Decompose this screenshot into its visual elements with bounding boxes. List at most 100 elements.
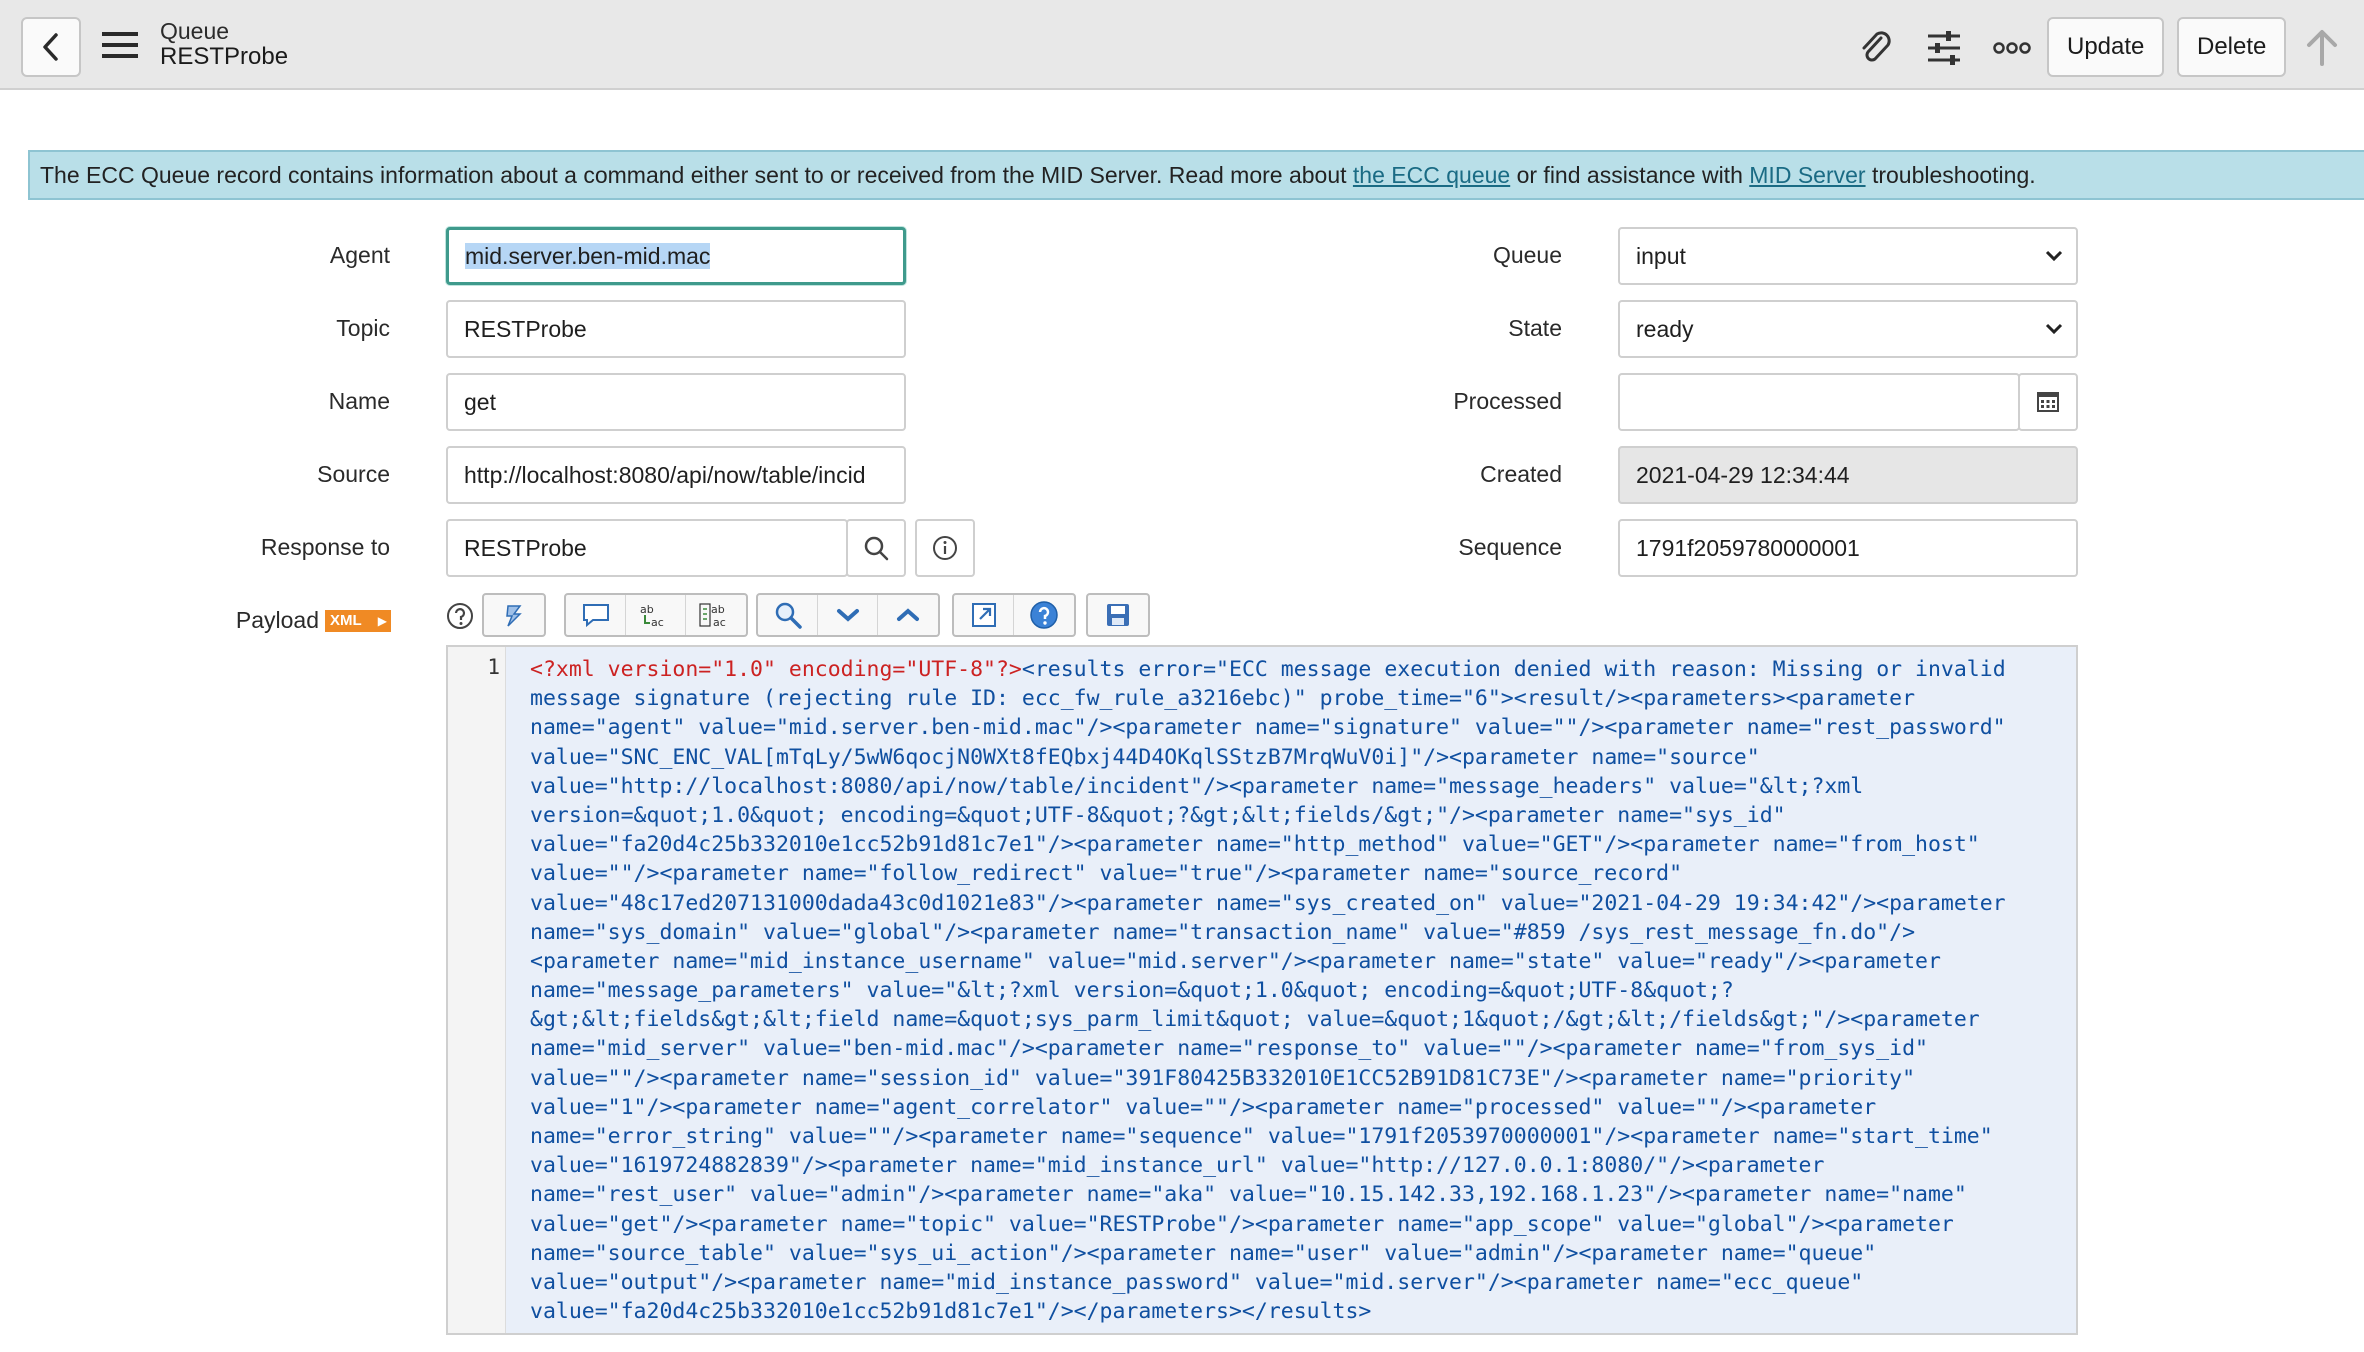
date-picker-button[interactable]: [2018, 373, 2078, 431]
code-line: name="error_string" value=""/><parameter…: [530, 1122, 2060, 1151]
code-line-text: value="1619724882839"/><parameter name="…: [530, 1153, 1825, 1179]
chevron-down-icon: [2045, 250, 2063, 262]
calendar-icon: [2037, 392, 2059, 412]
toolbar-group-search: [756, 593, 940, 637]
code-line: value=""/><parameter name="follow_redire…: [530, 859, 2060, 888]
info-banner: The ECC Queue record contains informatio…: [28, 150, 2364, 200]
comment-icon: [582, 604, 609, 628]
code-line-text: name="source_table" value="sys_ui_action…: [530, 1240, 1877, 1266]
topic-field[interactable]: RESTProbe: [446, 300, 906, 358]
toolbar-group-format: [482, 593, 546, 637]
line-number-gutter: 1: [448, 647, 506, 1333]
code-line-text: value=""/><parameter name="follow_redire…: [530, 861, 1683, 887]
svg-text:ac: ac: [651, 616, 664, 629]
replace-all-button[interactable]: ab ac: [686, 595, 746, 635]
payload-label: Payload: [235, 607, 319, 633]
code-line-text: value="SNC_ENC_VAL[mTqLy/5wW6qocjN0WXt8f…: [530, 744, 1760, 770]
expand-icon: [971, 603, 996, 627]
svg-text:ab: ab: [711, 603, 725, 616]
response-to-field[interactable]: RESTProbe: [446, 519, 848, 577]
find-next-button[interactable]: [818, 595, 878, 635]
code-line-text: value="48c17ed207131000dada43c0d1021e83"…: [530, 890, 2006, 916]
personalize-sliders-icon[interactable]: [1922, 26, 1966, 70]
code-line-text: value=""/><parameter name="session_id" v…: [530, 1065, 1916, 1091]
sequence-label: Sequence: [1458, 534, 1562, 560]
code-line-text: value="fa20d4c25b332010e1cc52b91d81c7e1"…: [530, 1299, 1372, 1325]
code-line-text: value="fa20d4c25b332010e1cc52b91d81c7e1"…: [530, 832, 1980, 858]
queue-label: Queue: [1492, 242, 1562, 268]
code-line-text: name="message_parameters" value="&lt;?xm…: [530, 978, 1734, 1004]
code-line: value="1"/><parameter name="agent_correl…: [530, 1093, 2060, 1122]
find-previous-button[interactable]: [878, 595, 938, 635]
replace-button[interactable]: ab ac: [626, 595, 686, 635]
arrow-up-icon[interactable]: [2300, 26, 2344, 70]
code-line-text: value="output"/><parameter name="mid_ins…: [530, 1269, 1864, 1295]
code-line-text: value="1"/><parameter name="agent_correl…: [530, 1094, 1877, 1120]
mid-server-link[interactable]: MID Server: [1749, 162, 1865, 188]
line-number: 1: [487, 655, 500, 679]
find-button[interactable]: [758, 595, 818, 635]
code-line: name="mid_server" value="ben-mid.mac"/><…: [530, 1034, 2060, 1063]
chevron-left-icon: [43, 33, 58, 61]
caret-right-icon: ▶: [377, 614, 387, 628]
code-line-text: name="sys_domain" value="global"/><param…: [530, 919, 1916, 945]
hamburger-menu-icon[interactable]: [100, 30, 140, 60]
record-title: Queue RESTProbe: [160, 18, 288, 70]
save-icon: [1107, 604, 1129, 626]
code-line-text: <parameter name="mid_instance_username" …: [530, 948, 1941, 974]
code-line: name="sys_domain" value="global"/><param…: [530, 918, 2060, 947]
xml-declaration: <?xml version="1.0" encoding="UTF-8"?>: [530, 657, 1022, 682]
reference-lookup-button[interactable]: [846, 519, 906, 577]
form-header: Queue RESTProbe Update Delete: [0, 0, 2364, 90]
code-line-text: name="mid_server" value="ben-mid.mac"/><…: [530, 1036, 1928, 1062]
xml-badge-text: XML: [330, 612, 362, 629]
update-button[interactable]: Update: [2047, 17, 2165, 77]
payload-help-icon[interactable]: [446, 602, 474, 630]
code-line: value="48c17ed207131000dada43c0d1021e83"…: [530, 889, 2060, 918]
source-label: Source: [317, 461, 390, 487]
processed-field[interactable]: [1618, 373, 2020, 431]
code-line: <parameter name="mid_instance_username" …: [530, 947, 2060, 976]
toolbar-group-edit: ab ac ab ac: [564, 593, 748, 637]
code-line: <?xml version="1.0" encoding="UTF-8"?><r…: [530, 655, 2060, 684]
format-code-button[interactable]: [484, 595, 544, 635]
replace-all-icon: abac: [699, 603, 726, 629]
queue-value: input: [1636, 243, 1686, 269]
code-line: name="source_table" value="sys_ui_action…: [530, 1239, 2060, 1268]
source-field[interactable]: http://localhost:8080/api/now/table/inci…: [446, 446, 906, 504]
editor-help-button[interactable]: [1014, 595, 1074, 635]
code-line: version=&quot;1.0&quot; encoding=&quot;U…: [530, 801, 2060, 830]
back-button[interactable]: [21, 17, 81, 77]
code-line: value=""/><parameter name="session_id" v…: [530, 1064, 2060, 1093]
processed-label: Processed: [1453, 388, 1562, 414]
code-line: value="http://localhost:8080/api/now/tab…: [530, 772, 2060, 801]
code-line-text: <results error="ECC message execution de…: [1021, 657, 2006, 682]
code-line-text: version=&quot;1.0&quot; encoding=&quot;U…: [530, 802, 1786, 828]
agent-field[interactable]: mid.server.ben-mid.mac: [446, 227, 906, 285]
code-line-text: value="get"/><parameter name="topic" val…: [530, 1211, 1954, 1237]
ecc-queue-link[interactable]: the ECC queue: [1353, 162, 1510, 188]
svg-text:ab: ab: [640, 603, 654, 616]
sequence-field[interactable]: 1791f2059780000001: [1618, 519, 2078, 577]
comment-button[interactable]: [566, 595, 626, 635]
preview-record-button[interactable]: [915, 519, 975, 577]
format-code-icon: [506, 605, 522, 627]
response-to-label: Response to: [260, 534, 390, 560]
state-select[interactable]: ready: [1618, 300, 2078, 358]
code-line: value="output"/><parameter name="mid_ins…: [530, 1268, 2060, 1297]
fullscreen-button[interactable]: [954, 595, 1014, 635]
banner-text: troubleshooting.: [1865, 162, 2036, 188]
more-options-icon[interactable]: [1990, 26, 2034, 70]
name-field[interactable]: get: [446, 373, 906, 431]
queue-select[interactable]: input: [1618, 227, 2078, 285]
payload-code-editor[interactable]: 1 <?xml version="1.0" encoding="UTF-8"?>…: [446, 645, 2078, 1335]
code-line: name="message_parameters" value="&lt;?xm…: [530, 976, 2060, 1005]
code-line: value="fa20d4c25b332010e1cc52b91d81c7e1"…: [530, 1297, 2060, 1326]
delete-button[interactable]: Delete: [2177, 17, 2287, 77]
attachment-icon[interactable]: [1853, 26, 1897, 70]
xml-badge[interactable]: XML ▶: [325, 610, 391, 632]
replace-icon: abac: [640, 603, 664, 629]
code-line: value="get"/><parameter name="topic" val…: [530, 1210, 2060, 1239]
code-line-text: message signature (rejecting rule ID: ec…: [530, 686, 1916, 712]
save-button[interactable]: [1088, 595, 1148, 635]
